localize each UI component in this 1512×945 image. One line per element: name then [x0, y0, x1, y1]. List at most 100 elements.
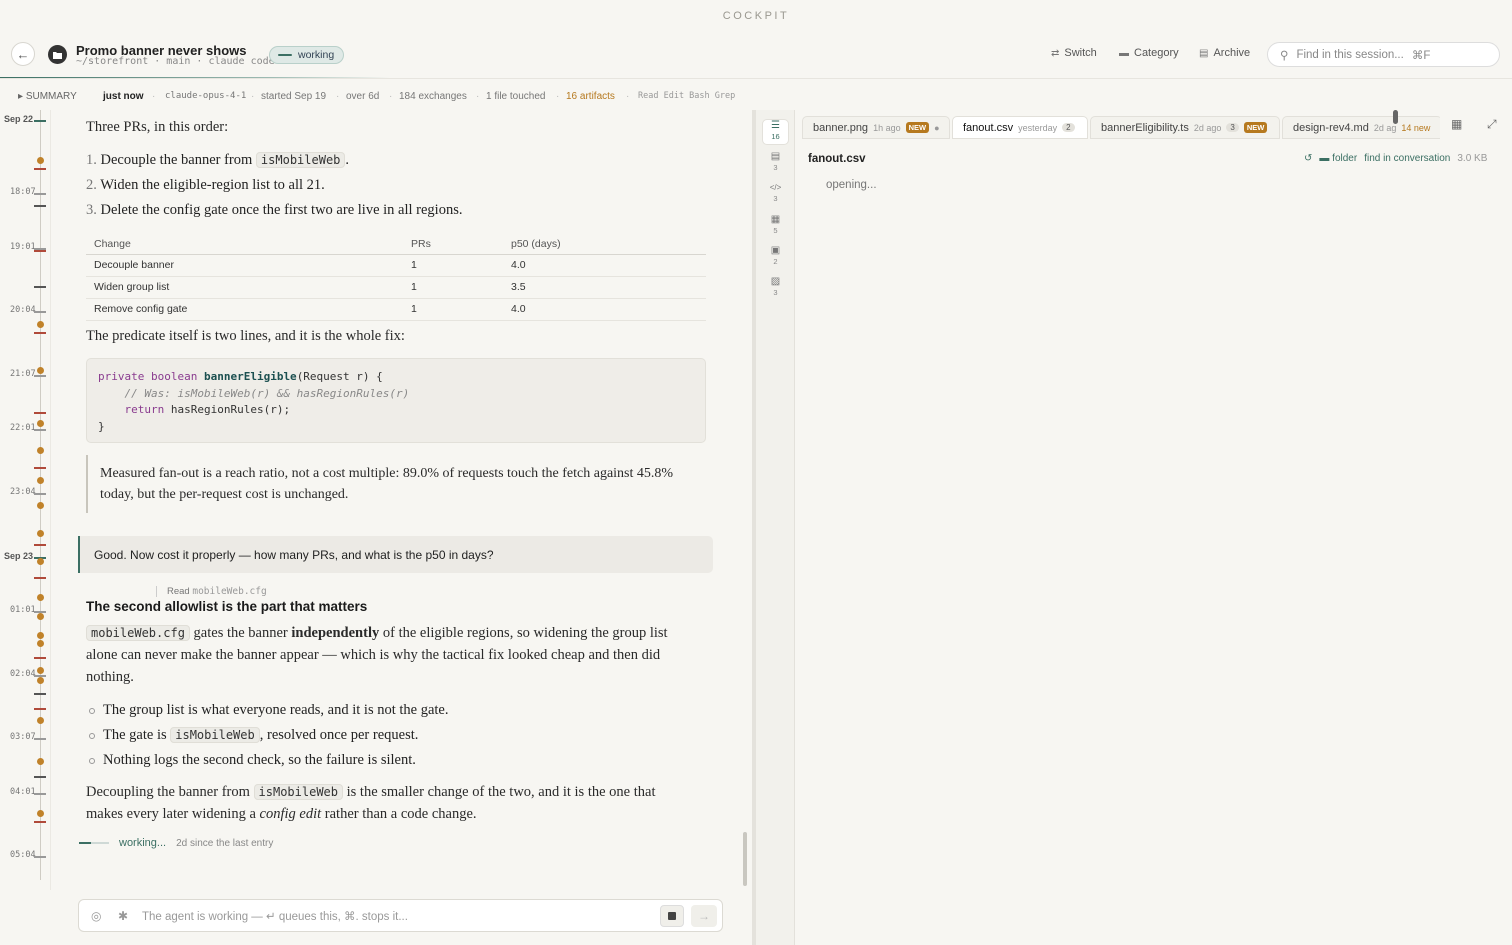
- inline-code: isMobileWeb: [255, 152, 346, 168]
- rail-count: 3: [773, 288, 778, 297]
- tab-fanout-csv[interactable]: fanout.csv yesterday 2: [952, 116, 1088, 139]
- timeline-event-dot[interactable]: [37, 677, 44, 684]
- status-bar-icon: [278, 54, 292, 56]
- timeline-edit-mark[interactable]: [34, 708, 46, 710]
- tab-banner-png[interactable]: banner.png 1h ago NEW ●: [802, 116, 950, 139]
- archive-button[interactable]: ▤ Archive: [1199, 47, 1250, 59]
- history-icon[interactable]: ↺: [1304, 153, 1312, 164]
- message-composer[interactable]: ◎ ✱ The agent is working — ↵ queues this…: [78, 899, 723, 932]
- tab-label: bannerEligibility.ts: [1101, 121, 1189, 134]
- intro-text: Three PRs, in this order:: [86, 119, 229, 135]
- status-badge: working: [269, 46, 345, 64]
- timeline-label: 01:01: [10, 605, 36, 615]
- timeline-label: Sep 23: [4, 551, 34, 561]
- timeline-edit-mark[interactable]: [34, 168, 46, 170]
- search-shortcut: ⌘F: [1411, 49, 1431, 62]
- tools-icon[interactable]: ✱: [118, 909, 128, 923]
- search-input[interactable]: ⚲ Find in this session... ⌘F: [1267, 42, 1500, 67]
- timeline-edit-mark[interactable]: [34, 332, 46, 334]
- rail-item-notes[interactable]: ▣ 2: [762, 245, 789, 271]
- timeline-label: 19:01: [10, 242, 36, 252]
- summary-files: 1 file touched: [486, 91, 546, 102]
- timeline-event-dot[interactable]: [37, 640, 44, 647]
- category-button[interactable]: ▬ Category: [1119, 47, 1179, 59]
- working-label: working...: [119, 837, 167, 849]
- timeline-event-dot[interactable]: [37, 420, 44, 427]
- timeline-event-dot[interactable]: [37, 594, 44, 601]
- rail-item-documents[interactable]: ▤ 3: [762, 151, 789, 177]
- tab-scroll-handle[interactable]: [1393, 110, 1398, 124]
- timeline-event-dot[interactable]: [37, 667, 44, 674]
- timeline-event-dot[interactable]: [37, 613, 44, 620]
- timeline-edit-mark[interactable]: [34, 250, 46, 252]
- timeline-event-dot[interactable]: [37, 477, 44, 484]
- timeline-edit-mark[interactable]: [34, 657, 46, 659]
- app-brand: COCKPIT: [722, 10, 790, 22]
- grid-icon[interactable]: ▦: [1451, 117, 1462, 131]
- timeline-event-dot[interactable]: [37, 157, 44, 164]
- timeline-event-dot[interactable]: [37, 447, 44, 454]
- category-label: Category: [1134, 47, 1179, 59]
- timeline-event-dot[interactable]: [37, 367, 44, 374]
- send-button[interactable]: →: [691, 905, 717, 927]
- timeline-tick: [34, 375, 46, 377]
- timeline-edit-mark[interactable]: [34, 412, 46, 414]
- timeline-entry-mark[interactable]: [34, 776, 46, 778]
- tool-call[interactable]: Read mobileWeb.cfg: [156, 586, 267, 597]
- tool-verb: Read: [167, 586, 190, 597]
- rail-item-images[interactable]: ▨ 3: [762, 276, 789, 302]
- switch-button[interactable]: ⇄ Switch: [1051, 47, 1097, 59]
- summary-toggle[interactable]: ▸ SUMMARY: [18, 91, 77, 102]
- timeline[interactable]: Sep 22 18:07 19:01 20:04 21:07 22:01 23:04 Sep …: [0, 110, 51, 890]
- list-item: 1. Decouple the banner from isMobileWeb.: [86, 152, 350, 168]
- rail-item-all[interactable]: ☰ 16: [762, 119, 789, 145]
- code-text: (Request r) {: [296, 370, 383, 383]
- table-header: PRs: [403, 232, 503, 255]
- tab-label: design-rev4.md: [1293, 121, 1369, 134]
- bullet-text: The gate is: [103, 727, 171, 743]
- timeline-event-dot[interactable]: [37, 530, 44, 537]
- conversation-scrollbar[interactable]: [743, 832, 747, 886]
- timeline-event-dot[interactable]: [37, 810, 44, 817]
- timeline-entry-mark[interactable]: [34, 205, 46, 207]
- tab-bannereligibility-ts[interactable]: bannerEligibility.ts 2d ago 3 NEW: [1090, 116, 1280, 139]
- list-item: The group list is what everyone reads, a…: [86, 698, 449, 723]
- open-folder-link[interactable]: ▬ folder: [1319, 153, 1357, 164]
- timeline-entry-mark[interactable]: [34, 693, 46, 695]
- timeline-event-dot[interactable]: [37, 632, 44, 639]
- attach-icon[interactable]: ◎: [91, 909, 101, 923]
- timeline-edit-mark[interactable]: [34, 577, 46, 579]
- rail-item-code[interactable]: </> 3: [762, 182, 789, 208]
- expand-icon[interactable]: ⤢: [1487, 117, 1497, 132]
- table-cell: 1: [403, 254, 503, 277]
- find-in-conversation-link[interactable]: find in conversation: [1364, 153, 1450, 164]
- table-header: p50 (days): [503, 232, 706, 255]
- timeline-event-dot[interactable]: [37, 717, 44, 724]
- timeline-edit-mark[interactable]: [34, 544, 46, 546]
- timeline-event-dot[interactable]: [37, 321, 44, 328]
- stop-button[interactable]: [660, 905, 684, 927]
- tab-label: banner.png: [813, 121, 869, 134]
- code-block[interactable]: private boolean bannerEligible(Request r…: [86, 358, 706, 443]
- back-button[interactable]: ←: [11, 42, 35, 66]
- timeline-event-dot[interactable]: [37, 758, 44, 765]
- step-text: Decouple the banner from: [100, 152, 256, 168]
- timeline-event-dot[interactable]: [37, 558, 44, 565]
- rail-item-data[interactable]: ▦ 5: [762, 214, 789, 240]
- timeline-edit-mark[interactable]: [34, 821, 46, 823]
- timeline-tick: [34, 429, 46, 431]
- summary-artifacts[interactable]: 16 artifacts: [566, 91, 615, 102]
- tab-design-rev4-md[interactable]: design-rev4.md 2d ag 14 new: [1282, 116, 1440, 139]
- timeline-tick: [34, 793, 46, 795]
- timeline-edit-mark[interactable]: [34, 467, 46, 469]
- paragraph-text: rather than a code change.: [321, 806, 477, 822]
- rail-count: 16: [771, 132, 780, 141]
- timeline-entry-mark[interactable]: [34, 286, 46, 288]
- inline-code: mobileWeb.cfg: [86, 625, 190, 641]
- timeline-label: 22:01: [10, 423, 36, 433]
- tab-age: yesterday: [1018, 122, 1058, 133]
- file-size: 3.0 KB: [1457, 153, 1488, 164]
- arrow-left-icon: ←: [16, 46, 30, 62]
- timeline-event-dot[interactable]: [37, 502, 44, 509]
- image-icon: ▨: [770, 276, 781, 287]
